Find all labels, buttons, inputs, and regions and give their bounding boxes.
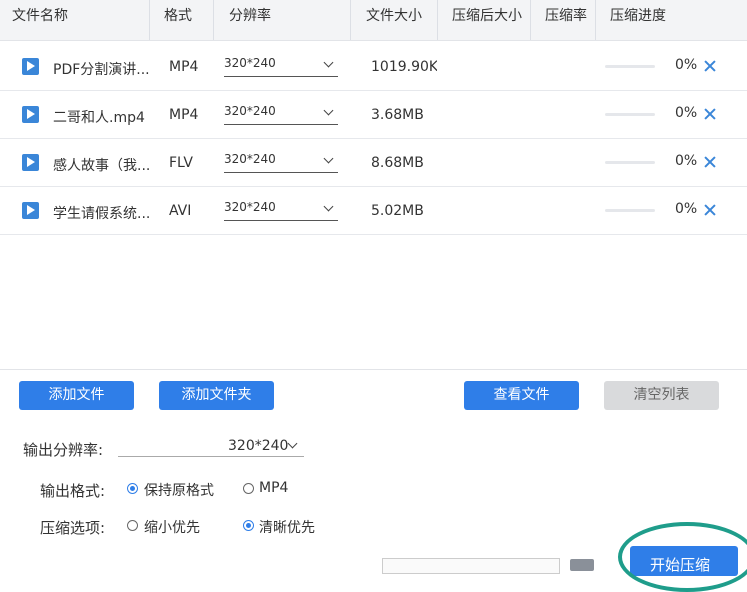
col-compressed-size: 压缩后大小 [452,8,522,24]
table-row[interactable]: 二哥和人.mp4 MP4 320*240 3.68MB 0% [0,90,747,139]
progress-bar [605,113,655,116]
highlight-ring [618,522,747,592]
format-mp4-radio[interactable] [243,483,254,494]
progress-percent: 0% [675,201,698,217]
remove-file-icon[interactable] [703,155,717,169]
progress-bar [605,161,655,164]
compress-option-label: 压缩选项: [40,519,106,537]
table-row[interactable]: 感人故事（我... FLV 320*240 8.68MB 0% [0,138,747,187]
add-folder-button[interactable]: 添加文件夹 [159,381,274,410]
compress-clearer-radio[interactable] [243,520,254,531]
save-path-input[interactable] [382,558,560,574]
resolution-select[interactable]: 320*240 [224,56,338,77]
col-format: 格式 [164,8,192,24]
file-format: MP4 [169,107,199,123]
file-format: AVI [169,203,192,219]
video-file-icon [22,202,39,219]
compress-smaller-label: 缩小优先 [144,520,200,536]
file-size: 3.68MB [371,107,424,123]
format-mp4-label: MP4 [259,480,289,496]
file-name: PDF分割演讲... [53,62,150,78]
output-resolution-value: 320*240 [228,438,289,454]
chevron-down-icon [323,57,334,68]
panel-divider [0,369,747,370]
progress-percent: 0% [675,57,698,73]
chevron-down-icon [323,105,334,116]
file-name: 感人故事（我... [53,158,151,174]
resolution-select[interactable]: 320*240 [224,200,338,221]
resolution-value: 320*240 [224,56,276,70]
chevron-down-icon [287,438,298,449]
resolution-value: 320*240 [224,152,276,166]
col-progress: 压缩进度 [610,8,666,24]
col-filename: 文件名称 [12,8,68,24]
progress-bar [605,65,655,68]
col-divider [149,0,150,40]
compress-clearer-label: 清晰优先 [259,520,315,536]
col-divider [213,0,214,40]
add-file-button[interactable]: 添加文件 [19,381,134,410]
col-ratio: 压缩率 [545,8,587,24]
table-row[interactable]: PDF分割演讲... MP4 320*240 1019.90KE 0% [0,42,747,91]
chevron-down-icon [323,201,334,212]
format-keep-original-label: 保持原格式 [144,483,214,499]
video-file-icon [22,106,39,123]
remove-file-icon[interactable] [703,59,717,73]
file-name: 二哥和人.mp4 [53,110,145,126]
col-divider [595,0,596,40]
file-format: MP4 [169,59,199,75]
output-resolution-label: 输出分辨率: [23,441,104,459]
table-row[interactable]: 学生请假系统... AVI 320*240 5.02MB 0% [0,186,747,235]
view-file-button[interactable]: 查看文件 [464,381,579,410]
clear-list-button[interactable]: 清空列表 [604,381,719,410]
col-divider [530,0,531,40]
progress-percent: 0% [675,105,698,121]
col-resolution: 分辨率 [229,8,271,24]
col-divider [437,0,438,40]
file-size: 1019.90KE [371,59,437,75]
col-divider [350,0,351,40]
output-resolution-select[interactable]: 320*240 [118,438,304,457]
file-name: 学生请假系统... [53,206,151,222]
file-size: 8.68MB [371,155,424,171]
remove-file-icon[interactable] [703,203,717,217]
video-file-icon [22,58,39,75]
video-file-icon [22,154,39,171]
output-format-label: 输出格式: [40,482,106,500]
resolution-select[interactable]: 320*240 [224,104,338,125]
file-size: 5.02MB [371,203,424,219]
progress-percent: 0% [675,153,698,169]
resolution-select[interactable]: 320*240 [224,152,338,173]
compress-smaller-radio[interactable] [127,520,138,531]
resolution-value: 320*240 [224,104,276,118]
chevron-down-icon [323,153,334,164]
remove-file-icon[interactable] [703,107,717,121]
col-filesize: 文件大小 [366,8,422,24]
format-keep-original-radio[interactable] [127,483,138,494]
folder-icon[interactable] [570,559,594,571]
file-format: FLV [169,155,193,171]
resolution-value: 320*240 [224,200,276,214]
file-table-header: 文件名称 格式 分辨率 文件大小 压缩后大小 压缩率 压缩进度 [0,0,747,41]
progress-bar [605,209,655,212]
